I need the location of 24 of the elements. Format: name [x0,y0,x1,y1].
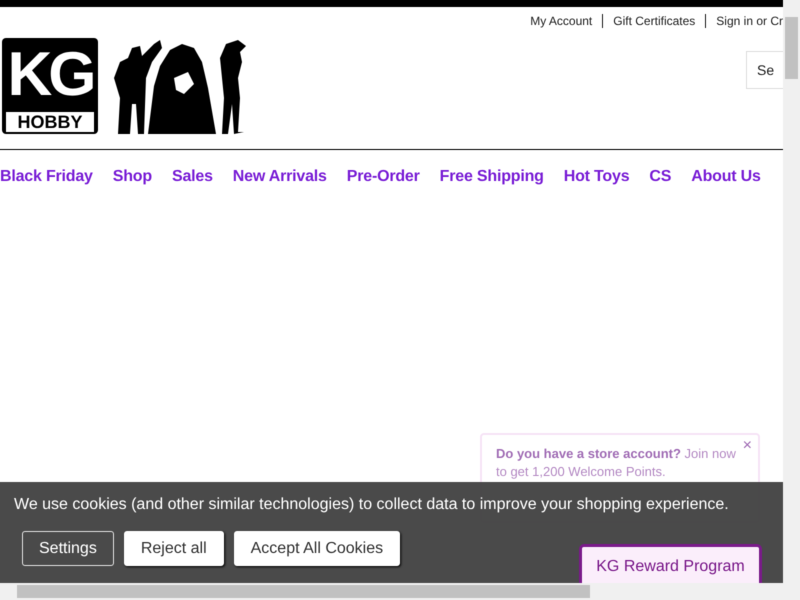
vertical-scrollbar[interactable] [783,0,800,583]
header-link[interactable]: My Account [520,14,602,28]
close-icon[interactable]: × [742,437,752,455]
nav-link[interactable]: Pre-Order [346,168,420,186]
cookie-button[interactable]: Reject all [124,531,224,566]
cookie-button[interactable]: Settings [22,531,114,566]
nav-link[interactable]: Shop [112,168,152,186]
cookie-button[interactable]: Accept All Cookies [234,531,400,566]
logo-badge[interactable]: KG HOBBY [2,38,98,134]
nav-link[interactable]: Hot Toys [564,168,630,186]
popup-text: Do you have a store account? Join now to get 1,200 Welcome Points. [496,446,736,479]
nav-link[interactable]: Black Friday [0,168,93,186]
header-link[interactable]: Gift Certificates [602,14,706,28]
logo-mark: KG [8,39,92,111]
nav-link[interactable]: CS [649,168,672,186]
reward-program-button[interactable]: KG Reward Program [579,544,762,586]
search-field[interactable]: Se [746,51,783,89]
logo-word: HOBBY [6,112,94,132]
nav-link[interactable]: About Us [691,168,761,186]
nav-link[interactable]: Sales [172,168,213,186]
nav-link[interactable]: Free Shipping [440,168,544,186]
cookie-message: We use cookies (and other similar technologies) to collect data to improve your shopping experience. [14,496,730,514]
horizontal-scrollbar[interactable] [0,583,800,600]
nav-link[interactable]: New Arrivals [232,168,327,186]
